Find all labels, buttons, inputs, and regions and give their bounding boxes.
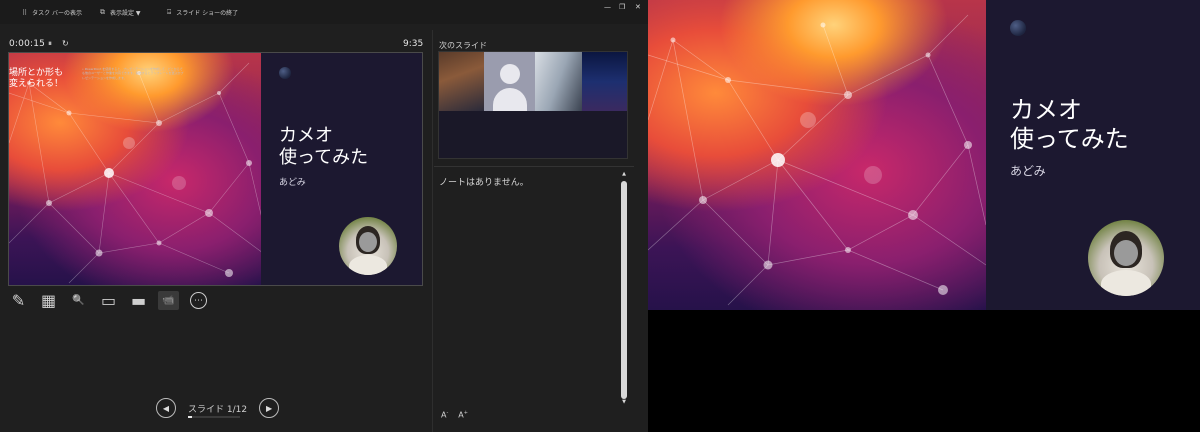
- audience-cameo-face: [1114, 240, 1138, 266]
- all-slides-button[interactable]: ▦: [38, 291, 59, 310]
- show-taskbar-button[interactable]: ⠿ タスク バーの表示: [22, 8, 83, 18]
- decorative-dot: [279, 67, 291, 79]
- slide-progress-bar: [188, 415, 240, 418]
- slide-subtitle: あどみ: [279, 178, 306, 188]
- notes-font-controls: A- A+: [441, 410, 468, 420]
- next-slide-button[interactable]: ▶: [259, 398, 280, 418]
- audience-cameo-body: [1101, 270, 1151, 296]
- slide-navigation: ◀ スライド 1/12 ▶: [156, 398, 280, 418]
- presenter-toolbar: ⠿ タスク バーの表示 ⧉ 表示設定 ▼ ⍈ スライド ショーの終了 — ❐ ✕: [0, 0, 648, 24]
- pen-tool-icon: ✎: [11, 291, 26, 310]
- scroll-up-icon[interactable]: ▲: [620, 171, 628, 177]
- audience-decorative-dot: [1010, 20, 1026, 36]
- scroll-down-icon[interactable]: ▼: [620, 399, 628, 405]
- audience-cameo-feed: [1088, 220, 1164, 296]
- current-time: 9:35: [403, 39, 424, 49]
- meeting-photo: [439, 52, 484, 111]
- placeholder-photo: [483, 52, 535, 111]
- pen-tool-button[interactable]: ✎: [8, 291, 29, 310]
- zoom-button[interactable]: 🔍: [68, 291, 89, 310]
- notes-scrollbar[interactable]: ▲ ▼: [620, 171, 628, 405]
- more-options-icon: ⋯: [190, 292, 207, 309]
- audience-title-line1: カメオ: [1010, 96, 1082, 124]
- pause-timer-icon[interactable]: ⏸: [48, 39, 52, 49]
- slide-counter-text: スライド 1/12: [188, 404, 248, 415]
- subtitles-icon: ▬: [130, 291, 147, 310]
- next-slide-text-area: [439, 111, 627, 158]
- end-slideshow-label: スライド ショーの終了: [176, 10, 239, 17]
- decrease-font-button[interactable]: A-: [441, 410, 448, 420]
- notes-text: ノートはありません。: [439, 178, 529, 188]
- audience-slide-subtitle: あどみ: [1010, 164, 1046, 178]
- next-slide-photos: [439, 52, 627, 111]
- data-photo: [582, 52, 627, 111]
- notes-pane[interactable]: ノートはありません。 ▲ ▼: [434, 166, 634, 406]
- all-slides-icon: ▦: [40, 291, 57, 310]
- slide-title-panel: カメオ 使ってみた あどみ: [261, 53, 422, 285]
- restore-button[interactable]: ❐: [619, 3, 625, 11]
- end-slideshow-icon: ⍈: [167, 8, 172, 16]
- close-button[interactable]: ✕: [635, 3, 641, 11]
- slide-tools: ✎ ▦ 🔍 ▭ ▬ 📹 ⋯: [8, 291, 209, 310]
- chevron-left-icon: ◀: [162, 403, 170, 413]
- show-taskbar-label: タスク バーの表示: [32, 10, 83, 17]
- minimize-button[interactable]: —: [604, 3, 611, 11]
- pane-divider[interactable]: [432, 30, 433, 432]
- audience-slide[interactable]: カメオ 使ってみた あどみ: [648, 0, 1200, 310]
- next-slide-label: 次のスライド: [439, 41, 487, 50]
- more-options-button[interactable]: ⋯: [188, 291, 209, 310]
- slide-progress-fill: [188, 415, 193, 418]
- next-slide-title-line1: 場所とか形も: [9, 68, 64, 78]
- display-settings-icon: ⧉: [100, 8, 105, 16]
- cameo-video-feed[interactable]: [339, 217, 397, 275]
- elapsed-timer: 0:00:15: [9, 39, 46, 49]
- cameo-face: [359, 232, 377, 252]
- whiteboard-photo: [534, 52, 583, 111]
- cameo-body: [349, 255, 387, 275]
- next-slide-title-line2: 変えられる！: [9, 79, 64, 90]
- audience-background-art: [648, 0, 986, 310]
- display-settings-label: 表示設定 ▼: [110, 10, 141, 17]
- audience-slide-title: カメオ 使ってみた: [1010, 96, 1129, 154]
- current-slide[interactable]: カメオ 使ってみた あどみ: [8, 52, 423, 286]
- camera-button[interactable]: 📹: [158, 291, 179, 310]
- subtitles-button[interactable]: ▬: [128, 291, 149, 310]
- camera-icon: 📹: [162, 295, 175, 306]
- slide-title-line2: 使ってみた: [279, 146, 369, 168]
- next-slide-body: • PowerPoint を使用すると、プレゼンテーションを作成して、どこからで…: [82, 67, 184, 80]
- previous-slide-button[interactable]: ◀: [156, 398, 176, 418]
- zoom-icon: 🔍: [72, 295, 85, 306]
- taskbar-icon: ⠿: [22, 8, 28, 17]
- slide-title-line1: カメオ: [279, 125, 333, 146]
- end-slideshow-button[interactable]: ⍈ スライド ショーの終了: [167, 8, 238, 17]
- next-slide-title: 場所とか形も 変えられる！: [9, 68, 63, 91]
- slide-title: カメオ 使ってみた: [279, 125, 368, 168]
- placeholder-head: [499, 64, 520, 84]
- slide-counter: スライド 1/12: [188, 402, 248, 418]
- next-slide-preview[interactable]: [438, 51, 628, 159]
- black-screen-icon: ▭: [100, 291, 117, 310]
- presenter-view: ⠿ タスク バーの表示 ⧉ 表示設定 ▼ ⍈ スライド ショーの終了 — ❐ ✕…: [0, 0, 648, 432]
- chevron-right-icon: ▶: [266, 403, 273, 413]
- audience-letterbox: [648, 310, 1200, 432]
- audience-title-line2: 使ってみた: [1010, 124, 1129, 153]
- reset-timer-icon[interactable]: ↻: [62, 39, 69, 48]
- black-screen-button[interactable]: ▭: [98, 291, 119, 310]
- audience-network-graphic: [648, 14, 986, 306]
- placeholder-body: [492, 88, 527, 111]
- increase-font-button[interactable]: A+: [458, 410, 468, 420]
- audience-title-panel: カメオ 使ってみた あどみ: [986, 0, 1200, 310]
- display-settings-button[interactable]: ⧉ 表示設定 ▼: [100, 8, 141, 17]
- scrollbar-thumb[interactable]: [621, 181, 627, 399]
